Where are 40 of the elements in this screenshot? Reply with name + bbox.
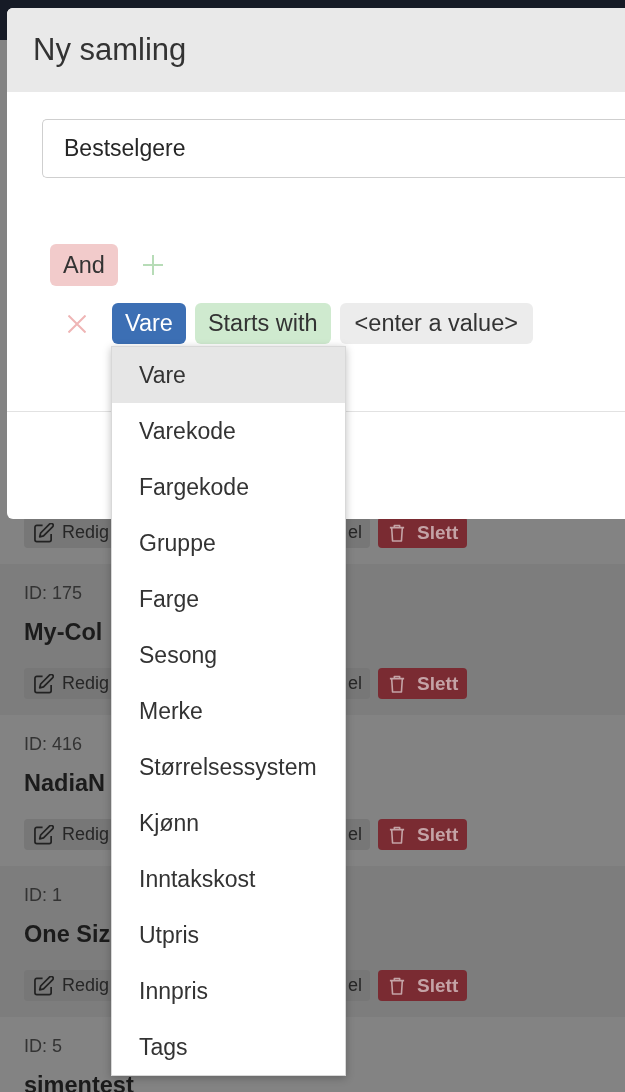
collection-id: ID: 1 [24, 884, 62, 907]
delete-button[interactable]: Slett [378, 517, 468, 548]
trash-icon [389, 825, 406, 844]
menu-item[interactable]: Varekode [112, 403, 345, 459]
collection-name: One Siz [24, 920, 111, 949]
menu-item[interactable]: Utpris [112, 907, 345, 963]
menu-item[interactable]: Sesong [112, 627, 345, 683]
menu-item[interactable]: Kjønn [112, 795, 345, 851]
pencil-square-icon [34, 673, 54, 694]
plus-icon[interactable] [142, 255, 163, 275]
delete-button[interactable]: Slett [378, 970, 468, 1001]
x-icon[interactable] [68, 314, 86, 333]
menu-item[interactable]: Merke [112, 683, 345, 739]
value-field[interactable]: <enter a value> [339, 303, 533, 344]
operator-toggle[interactable]: And [50, 244, 118, 286]
trash-icon [389, 674, 406, 693]
delete-button[interactable]: Slett [378, 668, 468, 699]
menu-item[interactable]: Vare [112, 347, 345, 403]
pencil-square-icon [34, 522, 54, 543]
collection-id: ID: 416 [24, 733, 83, 756]
menu-item[interactable]: Innpris [112, 963, 345, 1019]
menu-item[interactable]: Størrelsessystem [112, 739, 345, 795]
menu-item[interactable]: Farge [112, 571, 345, 627]
field-selector[interactable]: Vare [112, 303, 186, 344]
comparison-selector[interactable]: Starts with [194, 303, 331, 344]
name-input-field[interactable]: Bestselgere [42, 119, 625, 178]
menu-item[interactable]: Tags [112, 1019, 345, 1075]
trash-icon [389, 523, 406, 542]
collection-id: ID: 175 [24, 582, 83, 605]
menu-item[interactable]: Inntakskost [112, 851, 345, 907]
pencil-square-icon [34, 824, 54, 845]
menu-item[interactable]: Fargekode [112, 459, 345, 515]
collection-name: NadiaN [24, 769, 105, 798]
pencil-square-icon [34, 975, 54, 996]
modal-title: Ny samling [33, 32, 187, 68]
menu-item[interactable]: Gruppe [112, 515, 345, 571]
collection-name: My-Col [24, 618, 103, 647]
delete-button[interactable]: Slett [378, 819, 468, 850]
collection-id: ID: 5 [24, 1035, 62, 1058]
trash-icon [389, 976, 406, 995]
